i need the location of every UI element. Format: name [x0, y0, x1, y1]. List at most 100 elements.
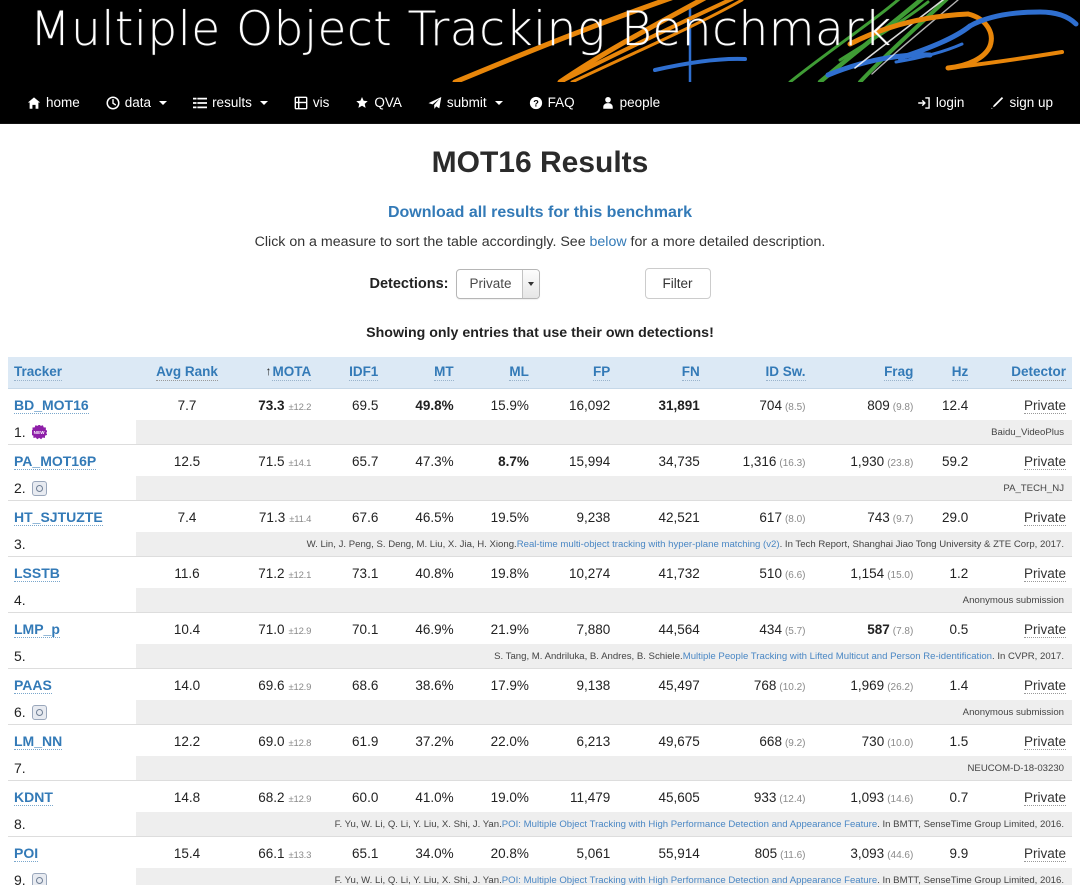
subrow-cell: 4. Anonymous submission [8, 588, 1072, 613]
nav-label-login: login [935, 94, 965, 110]
table-row: BD_MOT16 7.7 73.3 ±12.2 69.5 49.8% 15.9% 16,092… [8, 388, 1072, 420]
cell-mota: 69.0 ±12.8 [235, 724, 318, 756]
nav-item-people[interactable]: people [588, 90, 674, 116]
column-header-tracker[interactable]: Tracker [8, 357, 139, 389]
submission-note: PA_TECH_NJ [1003, 482, 1064, 494]
detections-select[interactable]: Private [456, 268, 540, 299]
column-header-mt[interactable]: MT [384, 357, 460, 389]
mota-stddev: ±14.1 [288, 457, 312, 469]
citation-title-link[interactable]: Multiple People Tracking with Lifted Mul… [683, 651, 992, 662]
nav-item-faq[interactable]: ? FAQ [516, 90, 588, 116]
rank-value: 8. [14, 816, 26, 832]
cell-detector: Private [974, 444, 1072, 476]
home-icon [27, 96, 41, 110]
cell-fp: 16,092 [534, 388, 617, 420]
citation-title-link[interactable]: POI: Multiple Object Tracking with High … [502, 875, 877, 885]
column-header-hz[interactable]: Hz [919, 357, 975, 389]
navbar-left-group: home data results vis QVA submit ? FAQ p… [14, 90, 673, 116]
cell-detector: Private [974, 780, 1072, 812]
nav-label-results: results [212, 94, 252, 110]
row-citation: F. Yu, W. Li, Q. Li, Y. Liu, X. Shi, J. … [136, 868, 1072, 885]
column-header-frag[interactable]: Frag [811, 357, 920, 389]
rank-number: 6. [8, 700, 136, 724]
nav-item-home[interactable]: home [14, 90, 93, 116]
tracker-link[interactable]: PAAS [14, 677, 52, 694]
showing-note: Showing only entries that use their own … [366, 325, 714, 341]
column-header-id-sw[interactable]: ID Sw. [705, 357, 812, 389]
row-citation: Baidu_VideoPlus [136, 420, 1072, 444]
nav-item-submit[interactable]: submit [415, 90, 516, 116]
cell-avg-rank: 11.6 [138, 556, 236, 588]
nav-item-signup[interactable]: sign up [977, 90, 1066, 116]
cell-fn: 31,891 [616, 388, 706, 420]
tracker-link[interactable]: KDNT [14, 789, 53, 806]
tracker-link[interactable]: PA_MOT16P [14, 453, 97, 470]
detector-value[interactable]: Private [1023, 789, 1066, 806]
tracker-link[interactable]: LM_NN [14, 733, 63, 750]
nav-item-data[interactable]: data [93, 90, 180, 116]
detector-value[interactable]: Private [1023, 845, 1066, 862]
cell-fp: 9,238 [534, 500, 617, 532]
tracker-link[interactable]: LSSTB [14, 565, 60, 582]
submission-note: Anonymous submission [962, 706, 1064, 718]
cell-avg-rank: 14.8 [138, 780, 236, 812]
detector-value[interactable]: Private [1023, 733, 1066, 750]
cell-avg-rank: 12.2 [138, 724, 236, 756]
citation-authors: F. Yu, W. Li, Q. Li, Y. Liu, X. Shi, J. … [334, 818, 502, 830]
cell-idf1: 65.1 [317, 836, 385, 868]
page-title-banner: Multiple Object Tracking Benchmark [30, 2, 892, 57]
cell-avg-rank: 10.4 [138, 612, 236, 644]
citation-authors: S. Tang, M. Andriluka, B. Andres, B. Sch… [494, 650, 683, 662]
nav-label-submit: submit [446, 94, 487, 110]
star-icon [355, 96, 369, 110]
cell-fn: 49,675 [616, 724, 706, 756]
detector-value[interactable]: Private [1023, 453, 1066, 470]
column-header-detector[interactable]: Detector [974, 357, 1072, 389]
cell-hz: 0.5 [919, 612, 975, 644]
nav-item-login[interactable]: login [904, 90, 978, 116]
column-header-idf1[interactable]: IDF1 [317, 357, 385, 389]
citation-title-link[interactable]: POI: Multiple Object Tracking with High … [502, 819, 877, 830]
citation-title-link[interactable]: Real-time multi-object tracking with hyp… [517, 539, 780, 550]
filter-button[interactable]: Filter [644, 268, 711, 299]
table-header-row: Tracker Avg Rank ↑MOTA IDF1 MT ML FP FN … [8, 357, 1072, 389]
table-subrow: 6. Anonymous submission [8, 700, 1072, 725]
cell-id-sw: 510 (6.6) [705, 556, 812, 588]
cell-frag: 587 (7.8) [811, 612, 920, 644]
nav-item-qva[interactable]: QVA [342, 90, 415, 116]
column-header-mota[interactable]: ↑MOTA [235, 357, 318, 389]
mota-stddev: ±12.1 [288, 569, 312, 581]
nav-item-vis[interactable]: vis [281, 90, 343, 116]
detector-value[interactable]: Private [1023, 397, 1066, 414]
detector-value[interactable]: Private [1023, 509, 1066, 526]
film-icon [294, 96, 308, 110]
column-header-fp[interactable]: FP [534, 357, 617, 389]
cell-mt: 46.9% [384, 612, 460, 644]
cell-idf1: 69.5 [317, 388, 385, 420]
detector-value[interactable]: Private [1023, 677, 1066, 694]
column-header-fn[interactable]: FN [616, 357, 706, 389]
tracker-link[interactable]: POI [14, 845, 39, 862]
rank-value: 7. [14, 760, 26, 776]
rank-number: 7. [8, 756, 136, 780]
table-subrow: 5. S. Tang, M. Andriluka, B. Andres, B. S… [8, 644, 1072, 669]
download-all-results-link[interactable]: Download all results for this benchmark [0, 204, 1080, 222]
column-header-ml[interactable]: ML [459, 357, 535, 389]
tracker-link[interactable]: BD_MOT16 [14, 397, 89, 414]
cell-avg-rank: 7.7 [138, 388, 236, 420]
nav-item-results[interactable]: results [180, 90, 281, 116]
mota-stddev: ±13.3 [288, 849, 312, 861]
detector-value[interactable]: Private [1023, 621, 1066, 638]
cell-frag: 1,154 (15.0) [811, 556, 920, 588]
detector-value[interactable]: Private [1023, 565, 1066, 582]
tracker-link[interactable]: HT_SJTUZTE [14, 509, 103, 526]
table-row: KDNT 14.8 68.2 ±12.9 60.0 41.0% 19.0% 11,479 45,… [8, 780, 1072, 812]
cell-ml: 19.0% [459, 780, 535, 812]
cell-id-sw: 805 (11.6) [705, 836, 812, 868]
below-link[interactable]: below [590, 234, 627, 250]
rank-value: 4. [14, 592, 26, 608]
row-citation: PA_TECH_NJ [136, 476, 1072, 500]
tracker-link[interactable]: LMP_p [14, 621, 60, 638]
column-header-avg-rank[interactable]: Avg Rank [138, 357, 236, 389]
cell-ml: 19.5% [459, 500, 535, 532]
